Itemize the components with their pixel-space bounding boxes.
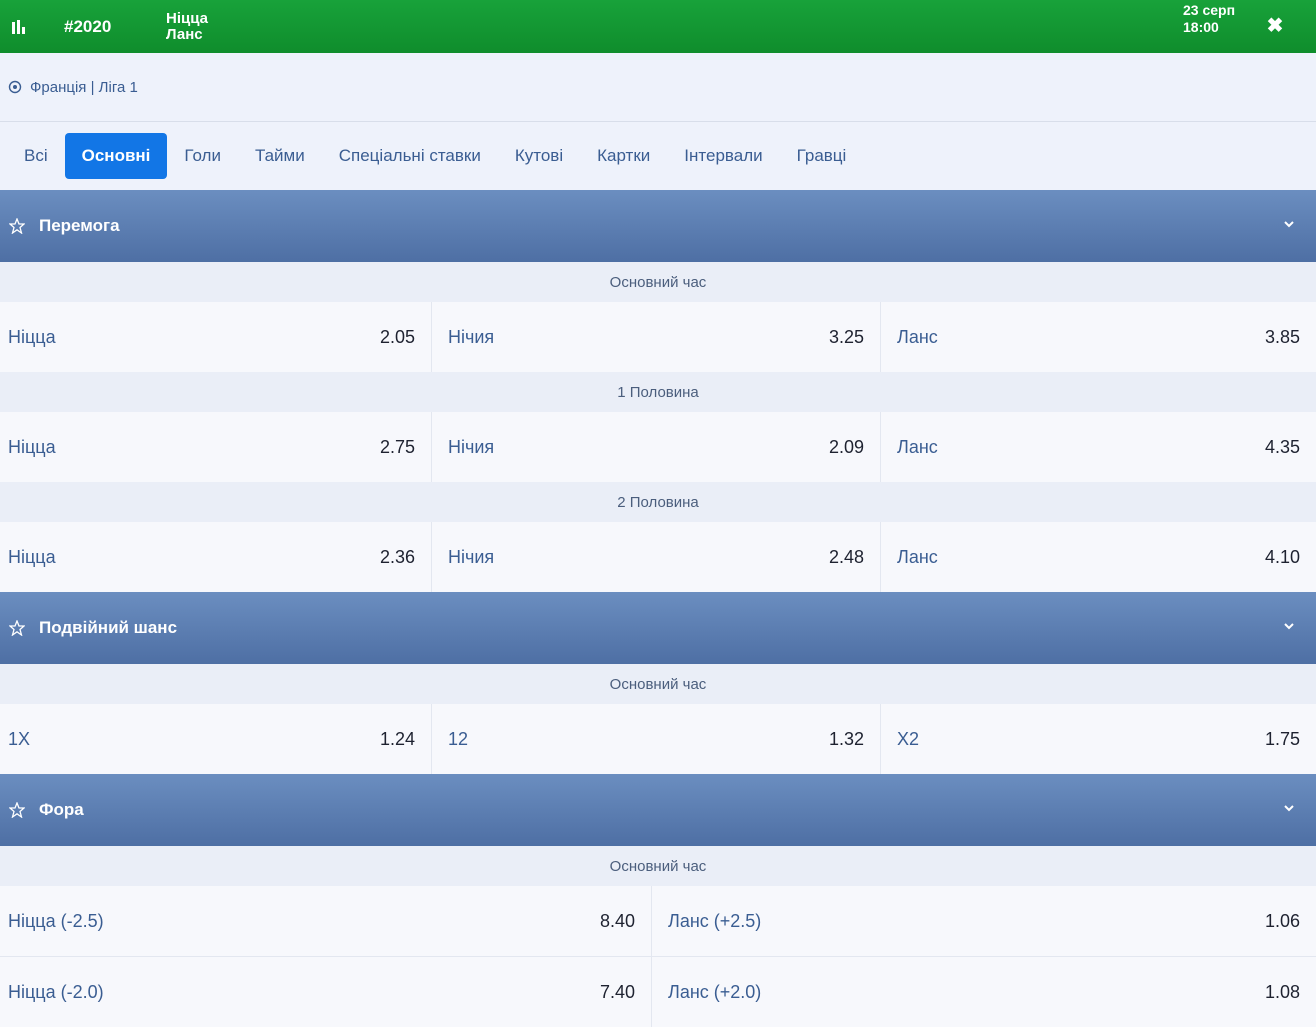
odds-row: Ніцца (-2.0) 7.40 Ланс (+2.0) 1.08	[0, 957, 1316, 1027]
odds-cell[interactable]: Ланс 4.10	[881, 522, 1316, 592]
tab-special-bets[interactable]: Спеціальні ставки	[322, 133, 498, 179]
period-label: Основний час	[0, 664, 1316, 704]
outcome-name: Ніцца (-2.0)	[8, 981, 104, 1002]
tab-goals[interactable]: Голи	[167, 133, 238, 179]
outcome-name: 1X	[8, 728, 31, 749]
outcome-name: Ланс	[897, 546, 938, 567]
outcome-odd: 2.75	[379, 436, 415, 457]
odds-cell[interactable]: 1X 1.24	[0, 704, 432, 774]
odds-cell[interactable]: 12 1.32	[432, 704, 881, 774]
odds-cell[interactable]: Ніцца (-2.5) 8.40	[0, 886, 652, 956]
outcome-odd: 3.25	[828, 326, 864, 347]
outcome-odd: 1.24	[379, 728, 415, 749]
odds-cell[interactable]: Ніцца 2.36	[0, 522, 432, 592]
odds-row: Ніцца 2.05 Нічия 3.25 Ланс 3.85	[0, 302, 1316, 372]
outcome-odd: 2.48	[828, 546, 864, 567]
tab-all[interactable]: Всі	[7, 133, 65, 179]
event-id: #2020	[64, 16, 112, 36]
globe-icon	[8, 80, 22, 94]
period-label: 1 Половина	[0, 372, 1316, 412]
outcome-name: Ніцца	[8, 436, 56, 457]
odds-cell[interactable]: Нічия 3.25	[432, 302, 881, 372]
close-button[interactable]: ✖	[1264, 14, 1286, 37]
tab-halves[interactable]: Тайми	[238, 133, 322, 179]
outcome-name: X2	[897, 728, 920, 749]
star-icon[interactable]	[9, 802, 25, 818]
odds-cell[interactable]: Ланс 4.35	[881, 412, 1316, 482]
star-icon[interactable]	[9, 218, 25, 234]
outcome-name: Ланс (+2.5)	[668, 910, 762, 931]
odds-cell[interactable]: Ланс (+2.5) 1.06	[652, 886, 1316, 956]
tab-intervals[interactable]: Інтервали	[667, 133, 779, 179]
star-icon[interactable]	[9, 620, 25, 636]
outcome-name: Ніцца	[8, 546, 56, 567]
outcome-name: Ніцца	[8, 326, 56, 347]
odds-row: Ніцца (-2.5) 8.40 Ланс (+2.5) 1.06	[0, 886, 1316, 956]
outcome-odd: 2.36	[379, 546, 415, 567]
outcome-name: 12	[448, 728, 469, 749]
outcome-name: Нічия	[448, 546, 495, 567]
outcome-odd: 3.85	[1264, 326, 1300, 347]
outcome-odd: 8.40	[599, 910, 635, 931]
outcome-odd: 2.05	[379, 326, 415, 347]
event-teams: Ніцца Ланс	[166, 9, 208, 43]
outcome-name: Ланс (+2.0)	[668, 981, 762, 1002]
tab-players[interactable]: Гравці	[780, 133, 864, 179]
period-label: Основний час	[0, 846, 1316, 886]
close-icon: ✖	[1266, 14, 1284, 37]
outcome-odd: 1.75	[1264, 728, 1300, 749]
outcome-name: Ланс	[897, 436, 938, 457]
odds-row: 1X 1.24 12 1.32 X2 1.75	[0, 704, 1316, 774]
event-date: 23 серп	[1183, 2, 1236, 18]
market-tabs: Всі Основні Голи Тайми Спеціальні ставки…	[0, 121, 1316, 190]
outcome-odd: 2.09	[828, 436, 864, 457]
outcome-odd: 1.06	[1264, 910, 1300, 931]
outcome-odd: 7.40	[599, 981, 635, 1002]
odds-row: Ніцца 2.36 Нічия 2.48 Ланс 4.10	[0, 522, 1316, 592]
odds-cell[interactable]: Ланс (+2.0) 1.08	[652, 957, 1316, 1027]
statistics-icon[interactable]	[0, 0, 40, 53]
odds-cell[interactable]: Ніцца 2.75	[0, 412, 432, 482]
outcome-name: Нічия	[448, 326, 495, 347]
odds-cell[interactable]: Нічия 2.09	[432, 412, 881, 482]
outcome-name: Ніцца (-2.5)	[8, 910, 104, 931]
event-datetime: 23 серп 18:00	[1183, 2, 1235, 36]
breadcrumb: Франція | Ліга 1	[0, 53, 1316, 121]
tab-cards[interactable]: Картки	[580, 133, 667, 179]
tab-main[interactable]: Основні	[64, 133, 168, 179]
odds-cell[interactable]: Ніцца (-2.0) 7.40	[0, 957, 652, 1027]
breadcrumb-text[interactable]: Франція | Ліга 1	[30, 79, 138, 96]
odds-cell[interactable]: Ніцца 2.05	[0, 302, 432, 372]
chevron-down-icon[interactable]	[1282, 217, 1296, 231]
section-title: Фора	[39, 800, 84, 819]
section-header-double-chance[interactable]: Подвійний шанс	[0, 592, 1316, 664]
outcome-odd: 1.08	[1264, 981, 1300, 1002]
team-home: Ніцца	[166, 9, 208, 27]
section-header-win[interactable]: Перемога	[0, 190, 1316, 262]
chevron-down-icon[interactable]	[1282, 801, 1296, 815]
outcome-name: Ланс	[897, 326, 938, 347]
outcome-odd: 4.10	[1264, 546, 1300, 567]
outcome-name: Нічия	[448, 436, 495, 457]
event-time: 18:00	[1183, 19, 1219, 35]
tab-corners[interactable]: Кутові	[498, 133, 580, 179]
section-title: Перемога	[39, 216, 120, 235]
chevron-down-icon[interactable]	[1282, 619, 1296, 633]
period-label: 2 Половина	[0, 482, 1316, 522]
period-label: Основний час	[0, 262, 1316, 302]
odds-cell[interactable]: Нічия 2.48	[432, 522, 881, 592]
section-title: Подвійний шанс	[39, 618, 178, 637]
odds-row: Ніцца 2.75 Нічия 2.09 Ланс 4.35	[0, 412, 1316, 482]
odds-cell[interactable]: X2 1.75	[881, 704, 1316, 774]
outcome-odd: 4.35	[1264, 436, 1300, 457]
team-away: Ланс	[166, 25, 203, 43]
section-header-handicap[interactable]: Фора	[0, 774, 1316, 846]
outcome-odd: 1.32	[828, 728, 864, 749]
odds-cell[interactable]: Ланс 3.85	[881, 302, 1316, 372]
event-header: #2020 Ніцца Ланс 23 серп 18:00 ✖	[0, 0, 1316, 53]
